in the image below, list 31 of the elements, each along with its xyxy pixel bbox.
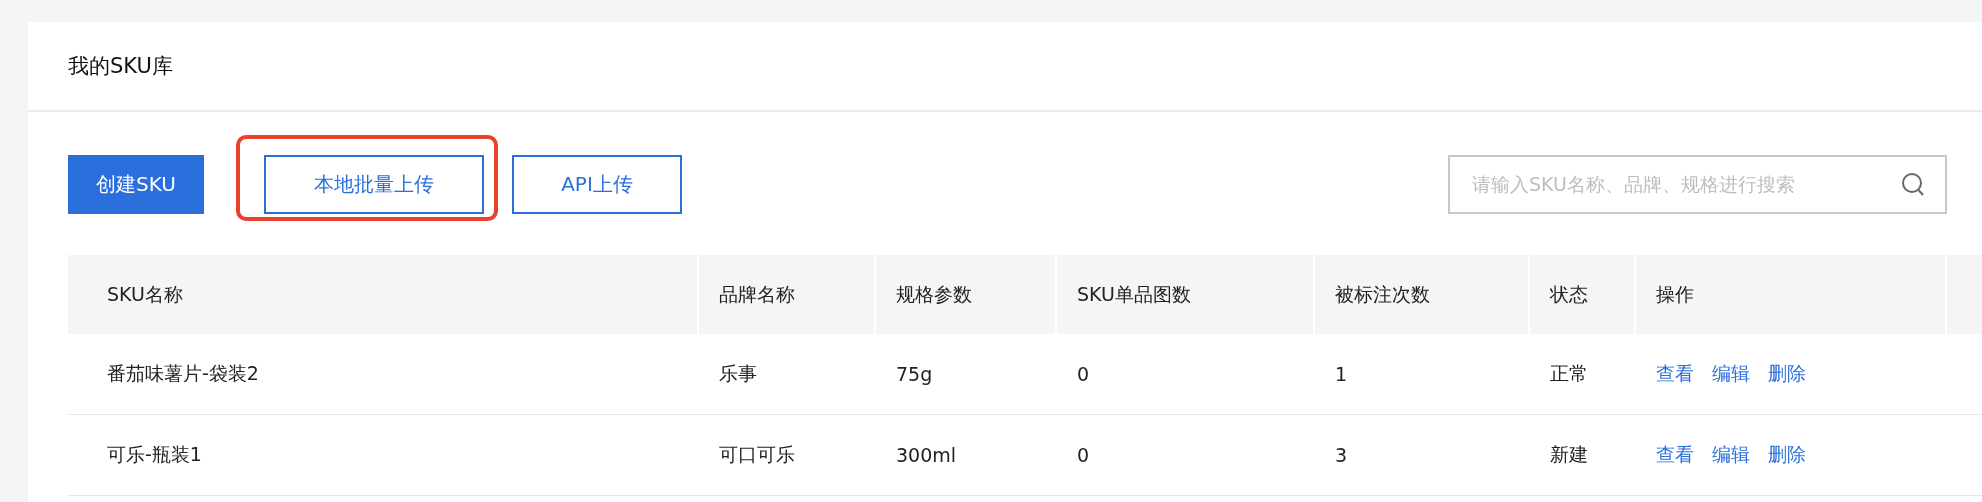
column-header: 状态	[1550, 281, 1588, 307]
action-link[interactable]: 查看	[1656, 442, 1694, 468]
table-cell: 3	[1335, 444, 1348, 466]
page-title: 我的SKU库	[68, 53, 173, 80]
table-cell-text: 新建	[1550, 442, 1588, 467]
action-link[interactable]: 编辑	[1712, 442, 1750, 468]
search-field[interactable]: 请输入SKU名称、品牌、规格进行搜索	[1448, 154, 1947, 214]
table-cell: 300ml	[896, 444, 957, 466]
search-icon[interactable]	[1901, 171, 1925, 198]
column-header: 品牌名称	[719, 281, 795, 307]
table-cell: 0	[1077, 363, 1090, 385]
upload-button[interactable]: API上传	[512, 154, 682, 214]
column-header: SKU名称	[107, 281, 183, 307]
action-link[interactable]: 删除	[1768, 442, 1806, 468]
table-cell: 1	[1335, 363, 1348, 385]
action-link[interactable]: 查看	[1656, 361, 1694, 387]
table-cell-text: 正常	[1550, 361, 1588, 386]
table-cell-text: 乐事	[719, 361, 757, 386]
create-button[interactable]: 创建SKU	[68, 154, 204, 214]
table-cell-text: 可口可乐	[719, 442, 795, 467]
table-cell: 75g	[896, 363, 933, 385]
action-link[interactable]: 删除	[1768, 361, 1806, 387]
table-cell: 0	[1077, 444, 1090, 466]
column-header: SKU单品图数	[1077, 281, 1191, 307]
upload-button[interactable]: 本地批量上传	[264, 154, 484, 214]
table-cell-text: 番茄味薯片-袋装2	[107, 361, 259, 386]
column-header: 规格参数	[896, 281, 972, 307]
column-header: 被标注次数	[1335, 281, 1430, 307]
action-link[interactable]: 编辑	[1712, 361, 1750, 387]
column-header: 操作	[1656, 281, 1694, 307]
table-cell-text: 可乐-瓶装1	[107, 442, 202, 467]
